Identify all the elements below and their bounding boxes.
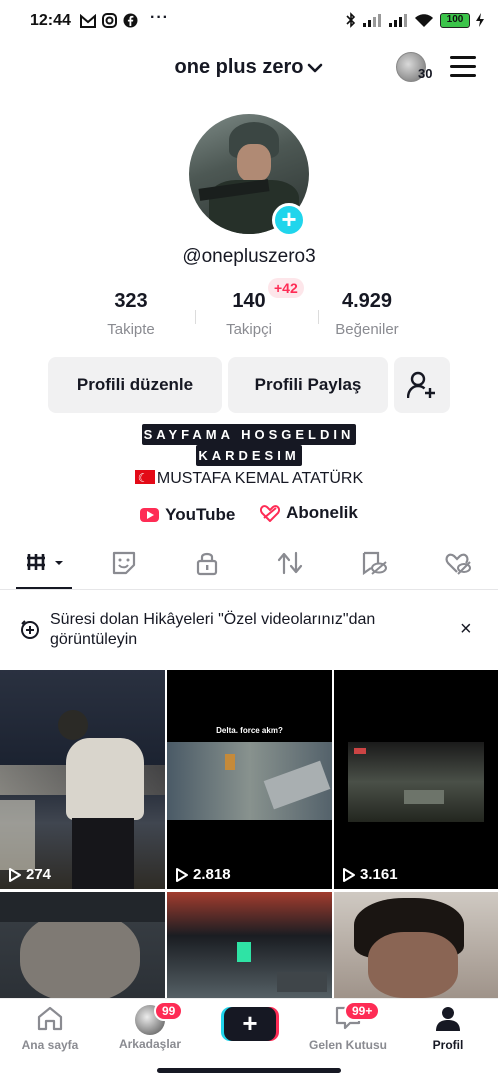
- system-icons: 100: [346, 12, 484, 28]
- stat-following[interactable]: 323 Takipte: [76, 290, 186, 338]
- story-add-icon: [21, 620, 39, 639]
- bottom-navigation: Ana sayfa 99 Arkadaşlar + 99+ Gelen Kutu…: [0, 998, 498, 1060]
- notification-icons: ···: [80, 9, 169, 28]
- tab-liked[interactable]: [438, 550, 478, 580]
- nav-friends[interactable]: 99 Arkadaşlar: [102, 1001, 198, 1051]
- bio-line-3: MUSTAFA KEMAL ATATÜRK: [156, 470, 364, 487]
- hidden-favorites-icon: [362, 551, 387, 576]
- menu-icon[interactable]: [450, 56, 476, 78]
- edit-profile-button[interactable]: Profili düzenle: [48, 357, 222, 413]
- profile-bio: SAYFAMA HOSGELDIN KARDESIM MUSTAFA KEMAL…: [0, 424, 498, 490]
- video-thumbnail[interactable]: 3.161: [334, 670, 498, 889]
- chevron-down-icon: [308, 63, 323, 73]
- profile-stats: 323 Takipte 140 Takipçi 4.929 Beğeniler: [60, 290, 440, 342]
- follower-delta-badge: +42: [268, 278, 304, 298]
- friends-count: 30: [418, 66, 433, 81]
- bluetooth-icon: [346, 12, 356, 28]
- gmail-icon: [80, 13, 96, 28]
- tab-reposts[interactable]: [270, 550, 310, 580]
- profile-header: one plus zero 30: [0, 48, 498, 88]
- video-thumbnail[interactable]: [0, 892, 165, 998]
- lock-icon: [196, 552, 218, 576]
- account-name: one plus zero: [174, 56, 304, 78]
- video-thumbnail[interactable]: [334, 892, 498, 998]
- stat-value: 323: [114, 290, 148, 312]
- video-thumbnail[interactable]: 274: [0, 670, 165, 889]
- youtube-label: YouTube: [165, 505, 236, 524]
- turkey-flag-icon: [134, 467, 155, 489]
- view-count-value: 2.818: [193, 866, 231, 883]
- tab-stickers[interactable]: [104, 550, 144, 580]
- nav-inbox-label: Gelen Kutusu: [308, 1038, 387, 1052]
- add-person-icon: [406, 371, 435, 399]
- stat-value: 4.929: [341, 290, 393, 312]
- profile-links: YouTube Abonelik: [0, 503, 498, 527]
- nav-home[interactable]: Ana sayfa: [2, 1005, 98, 1052]
- nav-inbox[interactable]: 99+ Gelen Kutusu: [300, 1001, 396, 1052]
- subscription-link[interactable]: Abonelik: [260, 503, 358, 523]
- add-story-button[interactable]: +: [272, 203, 306, 237]
- play-icon: [9, 867, 21, 882]
- facebook-icon: [123, 13, 138, 28]
- home-indicator[interactable]: [157, 1068, 341, 1073]
- stat-label: Takipte: [107, 321, 155, 338]
- view-count: 274: [8, 866, 51, 883]
- stat-likes[interactable]: 4.929 Beğeniler: [312, 290, 422, 338]
- video-thumbnail[interactable]: Delta. force akm? 2.818: [167, 670, 332, 889]
- youtube-icon: [140, 508, 160, 522]
- subscription-label: Abonelik: [286, 503, 358, 522]
- grid-icon: [27, 554, 63, 570]
- view-count: 3.161: [342, 866, 398, 883]
- tab-hidden[interactable]: [354, 550, 394, 580]
- nav-friends-label: Arkadaşlar: [118, 1037, 182, 1051]
- expired-stories-banner[interactable]: Süresi dolan Hikâyeleri "Özel videoların…: [0, 596, 498, 662]
- youtube-link[interactable]: YouTube: [140, 505, 235, 525]
- instagram-icon: [102, 13, 117, 28]
- view-count: 2.818: [175, 866, 231, 883]
- active-tab-indicator: [16, 587, 72, 589]
- view-count-value: 274: [26, 866, 52, 883]
- close-icon[interactable]: ×: [460, 618, 472, 641]
- more-notifications-icon: ···: [150, 8, 169, 26]
- stat-label: Takipçi: [226, 321, 272, 338]
- liked-hidden-icon: [445, 553, 471, 575]
- nav-home-label: Ana sayfa: [21, 1038, 79, 1052]
- subscription-icon: [260, 505, 281, 522]
- bio-line-2: KARDESIM: [196, 445, 302, 466]
- video-caption: Delta. force akm?: [216, 726, 283, 735]
- profile-tabs: [0, 540, 498, 590]
- profile-handle: @onepluszero3: [182, 246, 316, 267]
- status-bar: 12:44 ··· 100: [0, 0, 498, 44]
- sticker-icon: [112, 551, 136, 575]
- battery-icon: 100: [440, 12, 470, 28]
- stat-label: Beğeniler: [335, 321, 399, 338]
- banner-text: Süresi dolan Hikâyeleri "Özel videoların…: [50, 611, 376, 648]
- create-button[interactable]: +: [224, 1007, 276, 1041]
- wifi-icon: [415, 13, 433, 27]
- play-icon: [343, 867, 355, 882]
- profile-icon: [436, 1007, 460, 1031]
- video-thumbnail[interactable]: [167, 892, 332, 998]
- signal-icon: [363, 14, 381, 27]
- status-time: 12:44: [30, 12, 71, 29]
- video-grid: 274 Delta. force akm? 2.818 3.161: [0, 670, 498, 998]
- play-icon: [176, 867, 188, 882]
- share-profile-button[interactable]: Profili Paylaş: [228, 357, 388, 413]
- home-icon: [37, 1006, 63, 1031]
- add-friends-button[interactable]: [394, 357, 450, 413]
- bio-line-1: SAYFAMA HOSGELDIN: [141, 424, 357, 445]
- signal-icon-2: [389, 14, 407, 27]
- inbox-badge: 99+: [344, 1001, 381, 1021]
- nav-profile[interactable]: Profil: [400, 1005, 496, 1052]
- nav-profile-label: Profil: [432, 1038, 464, 1052]
- tab-videos[interactable]: [24, 550, 70, 580]
- view-count-value: 3.161: [360, 866, 398, 883]
- charging-icon: [476, 13, 484, 27]
- friends-badge: 99: [154, 1001, 184, 1021]
- repost-icon: [277, 551, 303, 575]
- tab-private[interactable]: [187, 550, 227, 580]
